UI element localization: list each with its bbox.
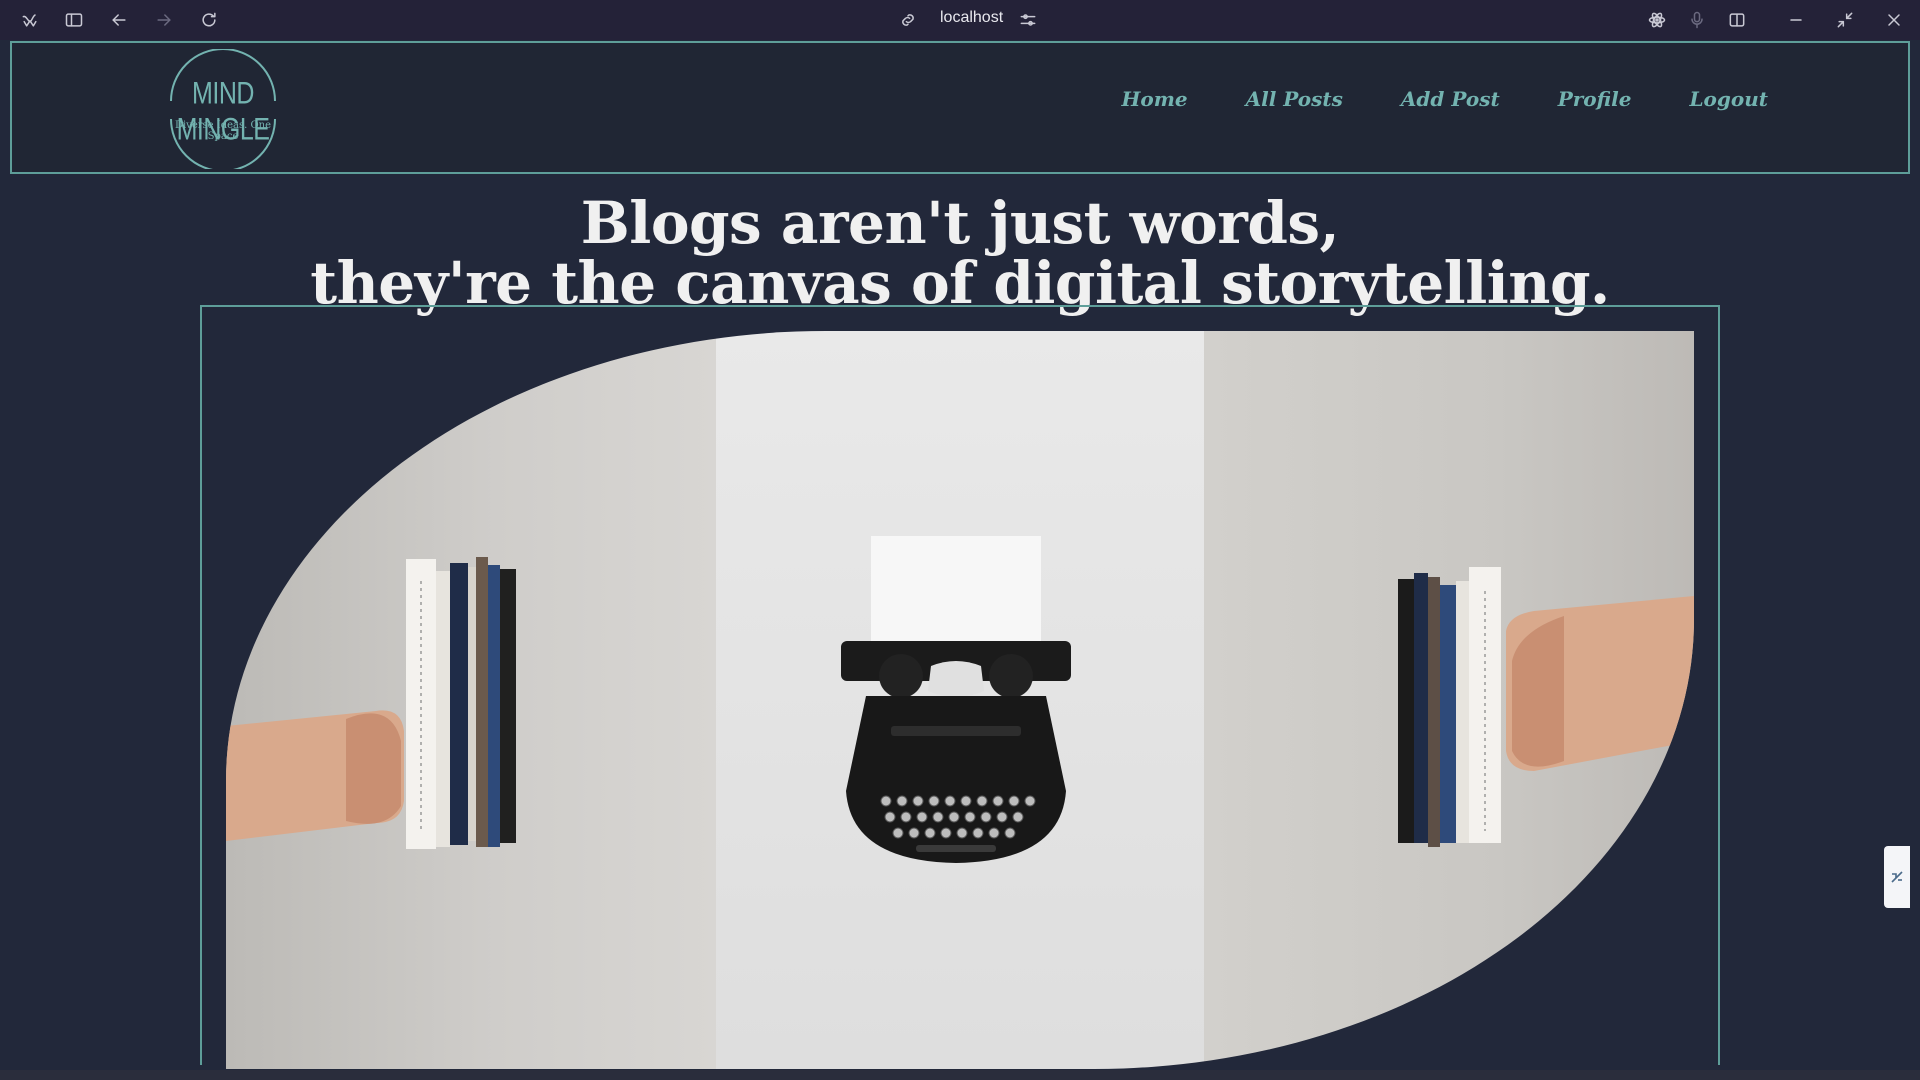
reload-icon[interactable] [197,8,221,32]
browser-menu-icon[interactable] [18,8,42,32]
address-bar-url[interactable]: localhost [940,9,1003,27]
back-icon[interactable] [107,8,131,32]
microphone-icon[interactable] [1685,8,1709,32]
nav-add-post[interactable]: Add Post [1401,87,1500,111]
hero-title-line-1: Blogs aren't just words, [580,189,1340,257]
nav-logout[interactable]: Logout [1689,87,1768,111]
restore-icon[interactable] [1833,8,1857,32]
site-logo[interactable]: MIND MINGLE Diverse Ideas. One Space [163,48,283,172]
nav-home[interactable]: Home [1122,87,1188,111]
hand-holding-books-left-illustration [226,557,516,849]
nav-profile[interactable]: Profile [1558,87,1632,111]
hero-image [226,331,1694,1069]
hero-panel-middle [716,331,1204,1069]
main-nav: Home All Posts Add Post Profile Logout [1064,87,1769,111]
site-settings-icon[interactable] [1016,8,1040,32]
minimize-icon[interactable] [1784,8,1808,32]
sidebar-toggle-icon[interactable] [62,8,86,32]
floating-side-tab[interactable] [1884,846,1910,908]
page-bottom-edge [0,1070,1920,1080]
logo-tagline: Diverse Ideas. One Space [174,120,272,142]
forward-icon[interactable] [152,8,176,32]
site-header: MIND MINGLE Diverse Ideas. One Space Hom… [10,41,1910,174]
typewriter-illustration [841,536,1071,863]
nav-all-posts[interactable]: All Posts [1246,87,1343,111]
extension-icon [1891,871,1903,883]
close-icon[interactable] [1882,8,1906,32]
hand-holding-books-right-illustration [1398,567,1694,847]
hero-panel-right [1204,331,1694,1069]
link-icon[interactable] [896,8,920,32]
browser-toolbar: localhost [0,0,1920,40]
react-devtools-icon[interactable] [1645,8,1669,32]
hero-title: Blogs aren't just words, they're the can… [0,193,1920,313]
hero-panel-left [226,331,716,1069]
split-view-icon[interactable] [1725,8,1749,32]
